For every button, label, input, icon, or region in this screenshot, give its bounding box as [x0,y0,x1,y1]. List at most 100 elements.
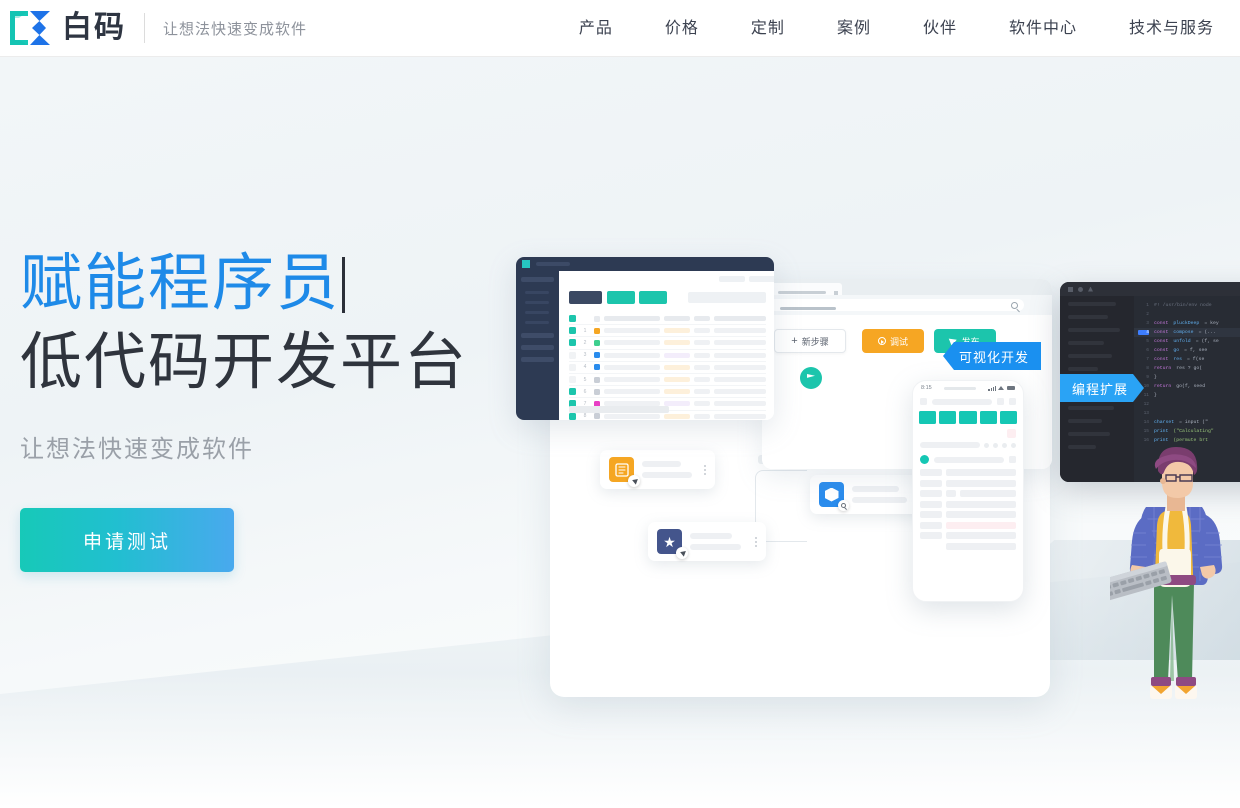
flow-node-placeholder-lines [690,533,747,550]
nav-item-partners[interactable]: 伙伴 [897,0,983,57]
table-row[interactable]: 5 [569,374,766,387]
code-token: const [1154,348,1169,353]
phone-notch-icon [944,386,977,390]
table-row[interactable]: 4 [569,362,766,374]
code-line-number: 15 [1143,429,1149,434]
flow-start-node[interactable] [800,367,822,389]
star-icon: ★ [657,529,688,559]
code-line: 16 print (permute brt [1134,436,1240,445]
table-row[interactable]: 3 [569,350,766,362]
code-line: 8 return res ? go( [1134,364,1240,373]
code-token: charset [1154,420,1175,425]
list-item [920,500,1016,508]
code-line-number: 6 [1146,348,1149,353]
code-token: #! /usr/bin/env node [1154,303,1212,308]
cursor-icon [628,475,640,487]
code-line-number: 12 [1143,402,1149,407]
code-token: ("Calculating" [1173,429,1214,434]
code-token: unfold [1173,339,1191,344]
code-token: const [1154,321,1169,326]
code-line: 14 charset = input (" [1134,418,1240,427]
bracket-k-logo-icon [8,9,54,47]
code-line: 7 const res = f(se [1134,355,1240,364]
site-header: 白码 让想法快速变成软件 产品 价格 定制 案例 伙伴 软件中心 技术与服务 [0,0,1240,57]
hero-headline-typed-line: 赋能程序员 [20,245,490,323]
flow-node-navy[interactable]: ★ [648,522,766,561]
flow-node-orange[interactable] [600,450,715,489]
hero-illustration: ★ + 新步骤 调试 发布 1 2 3 4 5 6 7 8 8:15 1 #! … [500,187,1240,747]
nav-item-product[interactable]: 产品 [553,0,639,57]
code-line: 15 print ("Calculating" [1134,427,1240,436]
code-line: 9} [1134,373,1240,382]
code-line-number: 8 [1146,366,1149,371]
flow-node-menu-icon[interactable] [704,464,706,475]
list-item [920,490,1016,497]
code-line: 13 [1134,409,1240,418]
phone-status-icons [988,385,1015,391]
dashboard-topbar [516,257,774,271]
dashboard-tab-3[interactable] [639,291,667,304]
code-token: = f, see [1184,348,1208,353]
code-line: 4 const compose = (... [1134,328,1240,337]
phone-selected-row[interactable] [913,452,1023,467]
dashboard-sidebar [516,271,559,420]
cursor-icon [676,547,688,559]
phone-mockup: 8:15 [912,380,1024,602]
nav-item-cases[interactable]: 案例 [811,0,897,57]
dashboard-tab-2[interactable] [607,291,635,304]
apply-trial-button[interactable]: 申请测试 [20,508,234,572]
nav-item-custom[interactable]: 定制 [725,0,811,57]
code-line: 10 return go(f, seed [1134,382,1240,391]
url-input[interactable] [768,299,1024,311]
nav-item-pricing[interactable]: 价格 [639,0,725,57]
new-step-button[interactable]: + 新步骤 [774,329,846,353]
logo-slogan: 让想法快速变成软件 [163,20,308,38]
code-token: } [1154,375,1157,380]
ribbon-code-extend: 编程扩展 [1060,374,1144,402]
typing-caret-icon [342,257,346,313]
app-logo-icon [522,260,530,268]
hero-headline-static: 低代码开发平台 [20,328,469,397]
table-row[interactable]: 6 [569,386,766,399]
cube-icon [819,482,849,511]
nav-item-software-center[interactable]: 软件中心 [983,0,1103,57]
signal-icon [988,385,996,391]
code-token: go [1173,348,1180,353]
dashboard-tab-active[interactable] [569,291,602,304]
debug-button[interactable]: 调试 [862,329,924,353]
dashboard-pagination[interactable] [569,406,669,413]
list-item [920,521,1016,529]
table-row[interactable]: 2 [569,337,766,350]
dashboard-table: 1 2 3 4 5 6 7 8 [569,313,766,420]
code-token: const [1154,357,1169,362]
phone-tab-bar[interactable] [913,408,1023,427]
code-line: 1 #! /usr/bin/env node [1134,301,1240,310]
logo-divider [144,13,145,43]
browser-tab[interactable] [768,283,842,295]
list-item [920,532,1016,539]
hero-section: 赋能程序员 低代码开发平台 让想法快速变成软件 申请测试 ★ + 新步骤 调试 … [0,57,1240,808]
code-token: res ? go( [1176,366,1203,371]
code-token: go(f, seed [1176,384,1206,389]
phone-header-row [913,395,1023,408]
developer-character [1083,445,1240,715]
triangle-icon [1088,286,1093,292]
search-icon[interactable] [1011,302,1018,309]
logo[interactable]: 白码 让想法快速变成软件 [0,9,307,47]
phone-filter-row[interactable] [913,440,1023,452]
flag-icon [807,374,815,382]
browser-urlbar [762,295,1052,315]
phone-status-bar: 8:15 [913,381,1023,395]
dashboard-search-input[interactable] [688,292,766,303]
plus-icon: + [791,334,798,347]
code-token: return [1154,366,1172,371]
code-token: = f(se [1187,357,1205,362]
flow-node-menu-icon[interactable] [755,536,757,547]
hero-headline-typed-text: 赋能程序员 [20,249,341,318]
code-token: print [1154,438,1169,443]
nav-item-tech-service[interactable]: 技术与服务 [1103,0,1240,57]
table-row[interactable]: 1 [569,325,766,338]
code-line-number: 13 [1143,411,1149,416]
code-line-number: 5 [1146,339,1149,344]
code-token: (permute brt [1173,438,1208,443]
